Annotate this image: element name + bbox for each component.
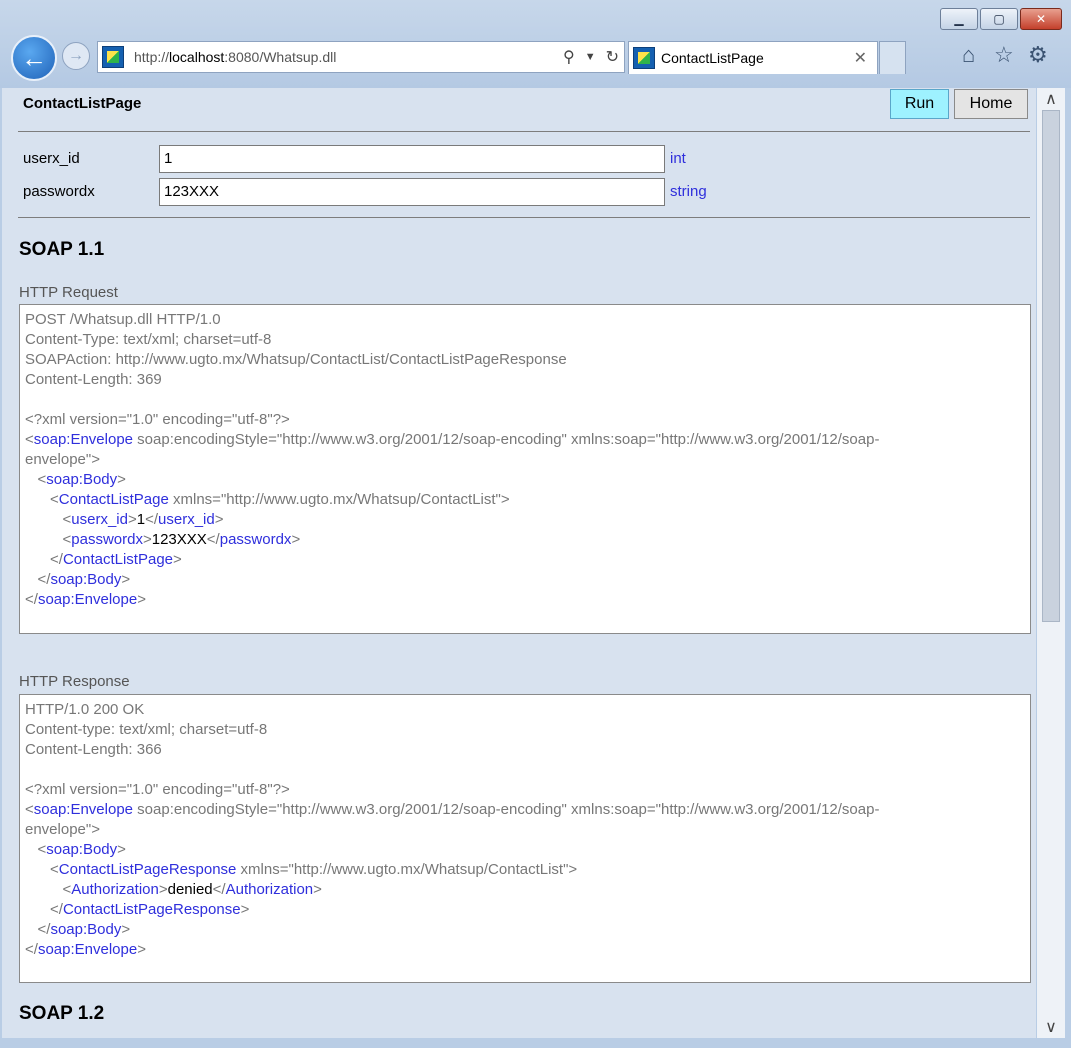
forward-button[interactable]: → [62, 42, 90, 70]
maximize-icon: ▢ [993, 12, 1005, 26]
home-icon[interactable]: ⌂ [962, 42, 975, 68]
minimize-button[interactable]: ▁ [940, 8, 978, 30]
forward-arrow-icon: → [68, 47, 84, 64]
field-label-userx-id: userx_id [23, 150, 80, 167]
http-response-label: HTTP Response [19, 673, 130, 690]
close-button[interactable]: ✕ [1020, 8, 1062, 30]
home-button[interactable]: Home [954, 89, 1028, 119]
http-request-label: HTTP Request [19, 284, 118, 301]
scroll-down-icon[interactable]: ∨ [1037, 1016, 1065, 1038]
refresh-icon[interactable]: ↻ [606, 47, 619, 67]
tab-label: ContactListPage [661, 50, 764, 66]
back-arrow-icon: ← [21, 42, 47, 73]
tab-favicon-icon [633, 47, 655, 69]
field-type-string: string [670, 183, 707, 200]
dropdown-chevron-icon[interactable]: ▼ [585, 51, 596, 63]
url-path: :8080/Whatsup.dll [224, 49, 337, 65]
window-titlebar: ▁ ▢ ✕ ← → http://localhost:8080/Whatsup.… [0, 0, 1071, 88]
scroll-up-icon[interactable]: ∧ [1037, 88, 1065, 110]
soap11-heading: SOAP 1.1 [19, 239, 105, 260]
new-tab-button[interactable] [879, 41, 906, 74]
http-response-box: HTTP/1.0 200 OK Content-type: text/xml; … [19, 694, 1031, 983]
close-icon: ✕ [1035, 12, 1047, 26]
maximize-button[interactable]: ▢ [980, 8, 1018, 30]
minimize-icon: ▁ [954, 12, 964, 26]
field-label-passwordx: passwordx [23, 183, 95, 200]
run-button[interactable]: Run [890, 89, 949, 119]
soap12-heading: SOAP 1.2 [19, 1003, 105, 1024]
site-favicon-icon [102, 46, 124, 68]
tab-contactlistpage[interactable]: ContactListPage ✕ [628, 41, 878, 74]
back-button[interactable]: ← [11, 35, 57, 81]
vertical-scrollbar[interactable]: ∧ ∨ [1037, 88, 1065, 1038]
userx-id-input[interactable]: 1 [159, 145, 665, 173]
address-url[interactable]: http://localhost:8080/Whatsup.dll [134, 49, 558, 65]
page-viewport: ContactListPage Run Home userx_id 1 int … [2, 88, 1036, 1038]
divider [18, 217, 1030, 218]
field-type-int: int [670, 150, 686, 167]
page-title: ContactListPage [23, 95, 142, 112]
settings-gear-icon[interactable]: ⚙ [1028, 42, 1048, 68]
tab-close-icon[interactable]: ✕ [854, 48, 867, 68]
address-bar[interactable]: http://localhost:8080/Whatsup.dll ⚲ ▼ ↻ [97, 41, 625, 73]
search-icon[interactable]: ⚲ [563, 47, 575, 67]
favorites-star-icon[interactable]: ☆ [994, 42, 1014, 68]
scroll-thumb[interactable] [1042, 110, 1060, 622]
passwordx-input[interactable]: 123XXX [159, 178, 665, 206]
url-host: localhost [169, 49, 225, 65]
url-scheme: http:// [134, 49, 170, 65]
http-request-box: POST /Whatsup.dll HTTP/1.0 Content-Type:… [19, 304, 1031, 634]
divider [18, 131, 1030, 132]
